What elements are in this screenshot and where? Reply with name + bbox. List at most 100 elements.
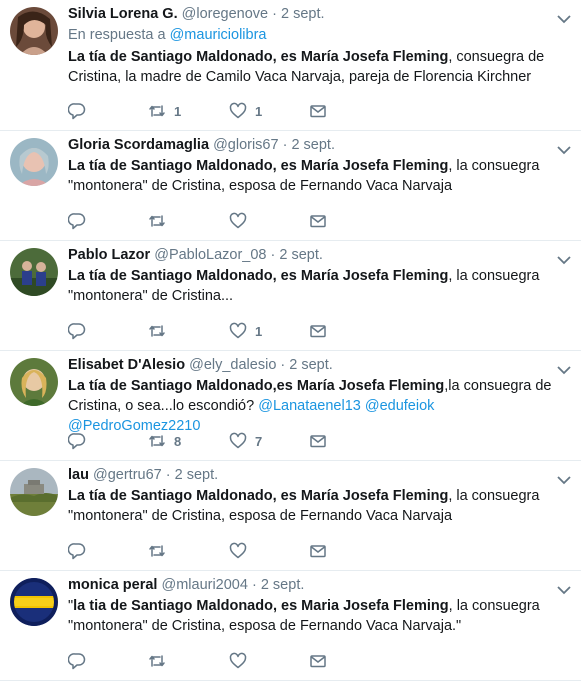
avatar[interactable] [10, 358, 58, 406]
timestamp[interactable]: · 2 sept. [166, 467, 218, 483]
display-name[interactable]: Elisabet D'Alesio [68, 357, 185, 373]
heart-icon [229, 322, 247, 339]
heart-icon [229, 432, 247, 449]
handle[interactable]: @mlauri2004 [161, 577, 247, 593]
handle[interactable]: @gertru67 [93, 467, 162, 483]
reply-button[interactable] [68, 542, 86, 560]
handle[interactable]: @gloris67 [213, 137, 279, 153]
timestamp[interactable]: · 2 sept. [272, 6, 324, 22]
tweet-text: La tía de Santiago Maldonado, es María J… [68, 266, 553, 306]
timestamp[interactable]: · 2 sept. [252, 577, 304, 593]
tweet[interactable]: Elisabet D'Alesio @ely_dalesio · 2 sept.… [0, 351, 581, 461]
retweet-count: 8 [174, 433, 182, 449]
retweet-icon [149, 435, 165, 447]
direct-message-button[interactable] [309, 322, 327, 340]
display-name[interactable]: monica peral [68, 577, 157, 593]
display-name[interactable]: Gloria Scordamaglia [68, 137, 209, 153]
tweet-header: Pablo Lazor @PabloLazor_08 · 2 sept. [68, 246, 553, 264]
like-button[interactable] [229, 212, 255, 230]
tweet[interactable]: lau @gertru67 · 2 sept. La tía de Santia… [0, 461, 581, 571]
like-count: 1 [255, 103, 263, 119]
retweet-icon [149, 325, 165, 337]
envelope-icon [310, 655, 326, 668]
avatar[interactable] [10, 248, 58, 296]
heart-icon [229, 542, 247, 559]
avatar[interactable] [10, 7, 58, 55]
retweet-button[interactable] [148, 652, 174, 670]
reply-button[interactable] [68, 212, 86, 230]
chevron-down-icon[interactable] [557, 255, 571, 265]
tweet-text: "la tia de Santiago Maldonado, es Maria … [68, 596, 553, 636]
reply-icon [68, 653, 86, 670]
display-name[interactable]: lau [68, 467, 89, 483]
tweet-header: monica peral @mlauri2004 · 2 sept. [68, 576, 553, 594]
direct-message-button[interactable] [309, 102, 327, 120]
heart-icon [229, 652, 247, 669]
chevron-down-icon[interactable] [557, 145, 571, 155]
retweet-button[interactable] [148, 322, 174, 340]
chevron-down-icon[interactable] [557, 14, 571, 24]
handle[interactable]: @loregenove [182, 6, 268, 22]
handle[interactable]: @ely_dalesio [189, 357, 276, 373]
display-name[interactable]: Silvia Lorena G. [68, 6, 178, 22]
chevron-down-icon[interactable] [557, 365, 571, 375]
like-button[interactable]: 1 [229, 322, 262, 340]
retweet-button[interactable] [148, 542, 174, 560]
retweet-button[interactable]: 8 [148, 432, 181, 450]
envelope-icon [310, 325, 326, 338]
retweet-button[interactable] [148, 212, 174, 230]
envelope-icon [310, 545, 326, 558]
tweet-actions [68, 212, 368, 232]
like-count: 1 [255, 323, 263, 339]
retweet-icon [149, 545, 165, 557]
display-name[interactable]: Pablo Lazor [68, 247, 150, 263]
tweet-text: La tía de Santiago Maldonado, es María J… [68, 486, 553, 526]
reply-button[interactable] [68, 322, 86, 340]
direct-message-button[interactable] [309, 542, 327, 560]
like-count: 7 [255, 433, 263, 449]
like-button[interactable] [229, 542, 255, 560]
timestamp[interactable]: · 2 sept. [280, 357, 332, 373]
reply-button[interactable] [68, 102, 86, 120]
tweet-text-bold: La tía de Santiago Maldonado,es María Jo… [68, 378, 445, 394]
tweet-text: La tía de Santiago Maldonado,es María Jo… [68, 376, 553, 436]
tweet-actions: 8 7 [68, 432, 368, 452]
reply-button[interactable] [68, 652, 86, 670]
retweet-icon [149, 655, 165, 667]
envelope-icon [310, 105, 326, 118]
like-button[interactable]: 7 [229, 432, 262, 450]
reply-icon [68, 323, 86, 340]
tweet[interactable]: Gloria Scordamaglia @gloris67 · 2 sept. … [0, 131, 581, 241]
reply-button[interactable] [68, 432, 86, 450]
tweet-text-bold: la tia de Santiago Maldonado, es Maria J… [73, 598, 449, 614]
tweet[interactable]: Silvia Lorena G. @loregenove · 2 sept. E… [0, 0, 581, 131]
tweet-text-bold: La tía de Santiago Maldonado, es María J… [68, 488, 449, 504]
handle[interactable]: @PabloLazor_08 [154, 247, 266, 263]
chevron-down-icon[interactable] [557, 585, 571, 595]
retweet-count: 1 [174, 103, 182, 119]
like-button[interactable] [229, 652, 255, 670]
avatar[interactable] [10, 138, 58, 186]
tweet[interactable]: Pablo Lazor @PabloLazor_08 · 2 sept. La … [0, 241, 581, 351]
tweet[interactable]: monica peral @mlauri2004 · 2 sept. "la t… [0, 571, 581, 681]
timestamp[interactable]: · 2 sept. [283, 137, 335, 153]
like-button[interactable]: 1 [229, 102, 262, 120]
direct-message-button[interactable] [309, 212, 327, 230]
heart-icon [229, 102, 247, 119]
avatar[interactable] [10, 468, 58, 516]
retweet-button[interactable]: 1 [148, 102, 181, 120]
tweet-actions: 1 [68, 322, 368, 342]
chevron-down-icon[interactable] [557, 475, 571, 485]
reply-prefix: En respuesta a [68, 27, 166, 43]
reply-to-mention[interactable]: @mauriciolibra [170, 27, 267, 43]
avatar[interactable] [10, 578, 58, 626]
reply-icon [68, 433, 86, 450]
reply-icon [68, 543, 86, 560]
tweet-text: La tía de Santiago Maldonado, es María J… [68, 156, 553, 196]
timestamp[interactable]: · 2 sept. [271, 247, 323, 263]
reply-context: En respuesta a @mauriciolibra [68, 25, 553, 45]
direct-message-button[interactable] [309, 652, 327, 670]
direct-message-button[interactable] [309, 432, 327, 450]
reply-icon [68, 103, 86, 120]
retweet-icon [149, 105, 165, 117]
